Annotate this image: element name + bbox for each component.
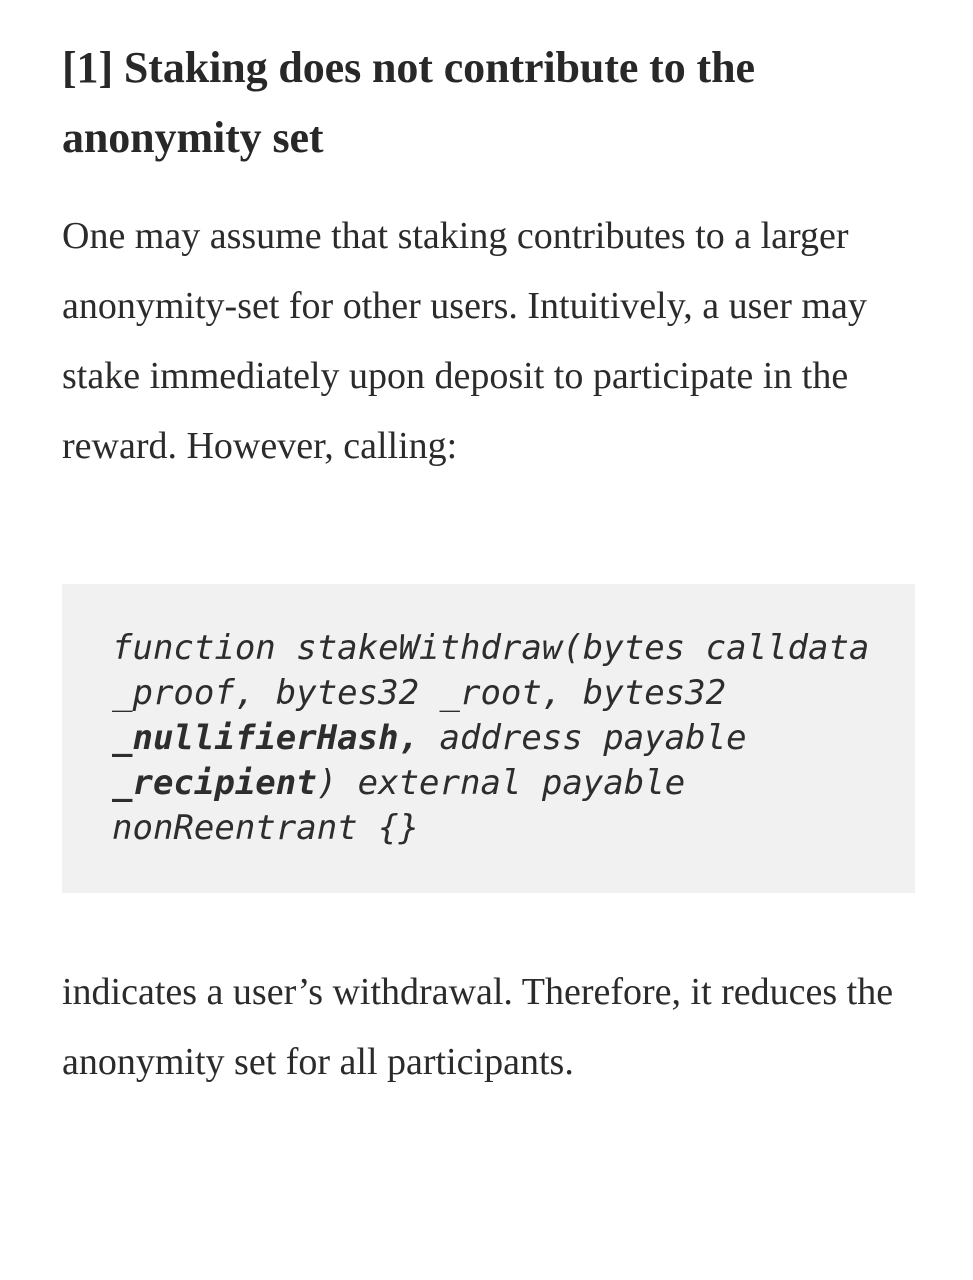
conclusion-paragraph: indicates a user’s withdrawal. Therefore… bbox=[62, 971, 894, 1083]
code-block: function stakeWithdraw(bytes calldata _p… bbox=[62, 584, 915, 893]
code-segment-1: function stakeWithdraw(bytes calldata _p… bbox=[112, 628, 890, 713]
intro-paragraph: One may assume that staking contributes … bbox=[62, 215, 867, 467]
page-title: [1] Staking does not contribute to the a… bbox=[62, 43, 755, 162]
code-segment-2: address payable bbox=[419, 718, 768, 758]
spacer-above-code-block bbox=[62, 481, 911, 584]
spacer-below-code-block bbox=[62, 893, 911, 957]
code-block-text: function stakeWithdraw(bytes calldata _p… bbox=[112, 628, 890, 848]
code-emphasis-nullifier-hash: _nullifierHash, bbox=[112, 718, 420, 758]
article-page: [1] Staking does not contribute to the a… bbox=[0, 0, 973, 1280]
code-emphasis-recipient: _recipient bbox=[112, 763, 317, 803]
